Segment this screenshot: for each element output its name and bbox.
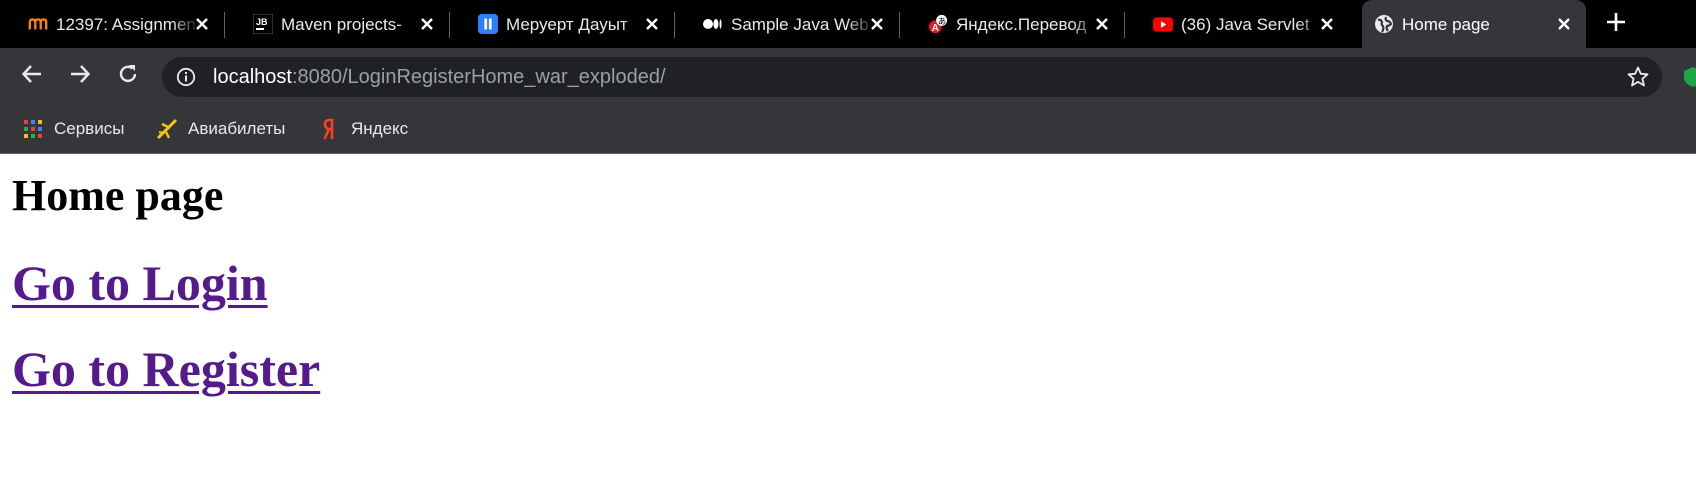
moodle-icon xyxy=(28,14,48,34)
bookmark-label: Яндекс xyxy=(351,119,409,138)
tab-sample-java-web[interactable]: Sample Java Web xyxy=(691,0,900,48)
url-path: :8080/LoginRegisterHome_war_exploded/ xyxy=(291,66,666,88)
extension-shield-icon[interactable] xyxy=(1682,66,1696,88)
tab-yandex-translate[interactable]: Aあ Яндекс.Перевод xyxy=(916,0,1125,48)
tab-title: 12397: Assignment xyxy=(56,15,200,34)
tab-separator xyxy=(1124,12,1125,38)
tab-close-icon[interactable] xyxy=(1092,14,1112,34)
forward-button[interactable] xyxy=(64,60,96,92)
bookmark-label: Авиабилеты xyxy=(188,119,286,138)
tab-close-icon[interactable] xyxy=(642,14,662,34)
plane-icon xyxy=(156,118,178,140)
tab-close-icon[interactable] xyxy=(1317,14,1337,34)
tab-close-icon[interactable] xyxy=(417,14,437,34)
browser-toolbar: localhost:8080/LoginRegisterHome_war_exp… xyxy=(0,48,1696,104)
pause-app-icon xyxy=(478,14,498,34)
tab-title: Sample Java Web xyxy=(731,15,869,34)
bookmark-services[interactable]: Сервисы xyxy=(22,115,124,143)
medium-icon xyxy=(703,14,723,34)
tab-maven-projects[interactable]: JB Maven projects- xyxy=(241,0,450,48)
tab-close-icon[interactable] xyxy=(192,14,212,34)
bookmark-aviabilety[interactable]: Авиабилеты xyxy=(156,115,285,143)
tab-title: Maven projects- xyxy=(281,15,402,34)
address-bar[interactable]: localhost:8080/LoginRegisterHome_war_exp… xyxy=(162,57,1662,97)
tab-java-servlet[interactable]: (36) Java Servlet xyxy=(1141,0,1349,48)
yandex-translate-icon: Aあ xyxy=(928,14,948,34)
globe-icon xyxy=(1374,14,1394,34)
back-button[interactable] xyxy=(16,60,48,92)
arrow-left-icon xyxy=(21,63,43,90)
youtube-icon xyxy=(1153,14,1173,34)
yandex-icon xyxy=(319,118,341,140)
tab-title: (36) Java Servlet xyxy=(1181,15,1310,34)
go-to-register-link[interactable]: Go to Register xyxy=(12,341,320,397)
login-heading: Go to Login xyxy=(12,255,268,311)
info-icon[interactable] xyxy=(176,67,196,87)
tab-assignment[interactable]: 12397: Assignment xyxy=(16,0,225,48)
tab-home-page[interactable]: Home page xyxy=(1362,0,1586,48)
tab-separator xyxy=(674,12,675,38)
new-tab-button[interactable] xyxy=(1602,10,1630,38)
url-text[interactable]: localhost:8080/LoginRegisterHome_war_exp… xyxy=(213,66,666,88)
go-to-login-link[interactable]: Go to Login xyxy=(12,255,268,311)
url-host: localhost xyxy=(213,66,292,88)
tab-title: Меруерт Дауыт xyxy=(506,15,628,34)
svg-text:あ: あ xyxy=(938,16,946,26)
svg-text:JB: JB xyxy=(256,17,268,27)
reload-button[interactable] xyxy=(112,60,144,92)
tab-title: Яндекс.Перевод xyxy=(956,15,1087,34)
page-content: Home page Go to Login Go to Register xyxy=(0,155,1696,481)
jetbrains-icon: JB xyxy=(253,14,273,34)
tab-separator xyxy=(899,12,900,38)
register-heading: Go to Register xyxy=(12,341,320,397)
tab-separator xyxy=(224,12,225,38)
tab-close-icon[interactable] xyxy=(1554,14,1574,34)
tab-separator xyxy=(449,12,450,38)
tab-strip: 12397: Assignment JB Maven projects- Мер… xyxy=(0,0,1696,48)
tab-close-icon[interactable] xyxy=(867,14,887,34)
plus-icon xyxy=(1606,12,1626,37)
apps-grid-icon xyxy=(22,118,44,140)
tab-meruert[interactable]: Меруерт Дауыт xyxy=(466,0,675,48)
arrow-right-icon xyxy=(69,63,91,90)
bookmark-label: Сервисы xyxy=(54,119,125,138)
reload-icon xyxy=(117,63,139,90)
bookmarks-bar: Сервисы Авиабилеты Яндекс xyxy=(0,104,1696,154)
page-title: Home page xyxy=(12,171,224,220)
tab-title: Home page xyxy=(1402,15,1490,34)
star-icon[interactable] xyxy=(1626,65,1650,89)
bookmark-yandex[interactable]: Яндекс xyxy=(319,115,408,143)
